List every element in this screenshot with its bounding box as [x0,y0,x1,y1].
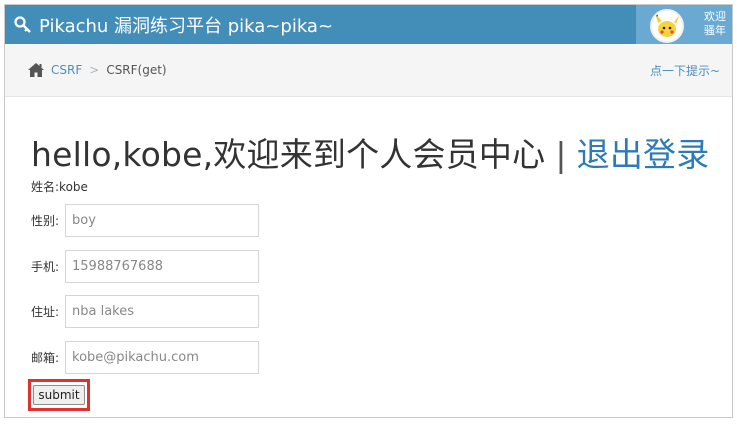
welcome-line-1: 欢迎 [704,10,726,23]
field-row-phone: 手机: [31,249,259,284]
page-frame: Pikachu 漏洞练习平台 pika~pika~ 欢迎 骚年 CSRF > C… [4,4,733,418]
address-label: 住址: [31,305,60,319]
page-title: hello,kobe,欢迎来到个人会员中心 | 退出登录 [31,128,709,176]
breadcrumb: CSRF > CSRF(get) 点一下提示~ [5,44,732,97]
email-input[interactable] [65,341,259,374]
welcome-text: 欢迎 骚年 [704,10,726,38]
logout-link[interactable]: 退出登录 [577,135,710,174]
gender-label: 性别: [31,214,60,228]
phone-label: 手机: [31,260,60,274]
home-icon[interactable] [27,62,45,78]
avatar [650,9,684,43]
gender-input[interactable] [65,204,259,237]
breadcrumb-separator-icon: > [89,63,100,77]
breadcrumb-link-csrf[interactable]: CSRF [51,63,82,77]
email-label: 邮箱: [31,351,60,365]
breadcrumb-current: CSRF(get) [106,63,167,77]
greeting-text: hello,kobe,欢迎来到个人会员中心 [31,135,546,174]
title-divider: | [555,135,567,174]
key-icon [14,15,31,33]
welcome-line-2: 骚年 [704,24,726,37]
brand[interactable]: Pikachu 漏洞练习平台 pika~pika~ [13,5,333,44]
top-navbar: Pikachu 漏洞练习平台 pika~pika~ 欢迎 骚年 [5,5,732,44]
submit-highlight: submit [28,379,90,411]
submit-button[interactable]: submit [33,385,85,405]
phone-input[interactable] [65,250,259,283]
address-input[interactable] [65,295,259,328]
field-row-email: 邮箱: [31,340,259,375]
name-display: 姓名:kobe [31,180,88,194]
field-row-address: 住址: [31,294,259,329]
field-row-gender: 性别: [31,203,259,238]
breadcrumb-trail: CSRF > CSRF(get) [27,44,167,96]
hint-link[interactable]: 点一下提示~ [650,44,720,96]
user-menu[interactable]: 欢迎 骚年 [636,5,732,44]
pikachu-avatar-icon [652,11,682,41]
brand-title: Pikachu 漏洞练习平台 pika~pika~ [39,15,334,37]
